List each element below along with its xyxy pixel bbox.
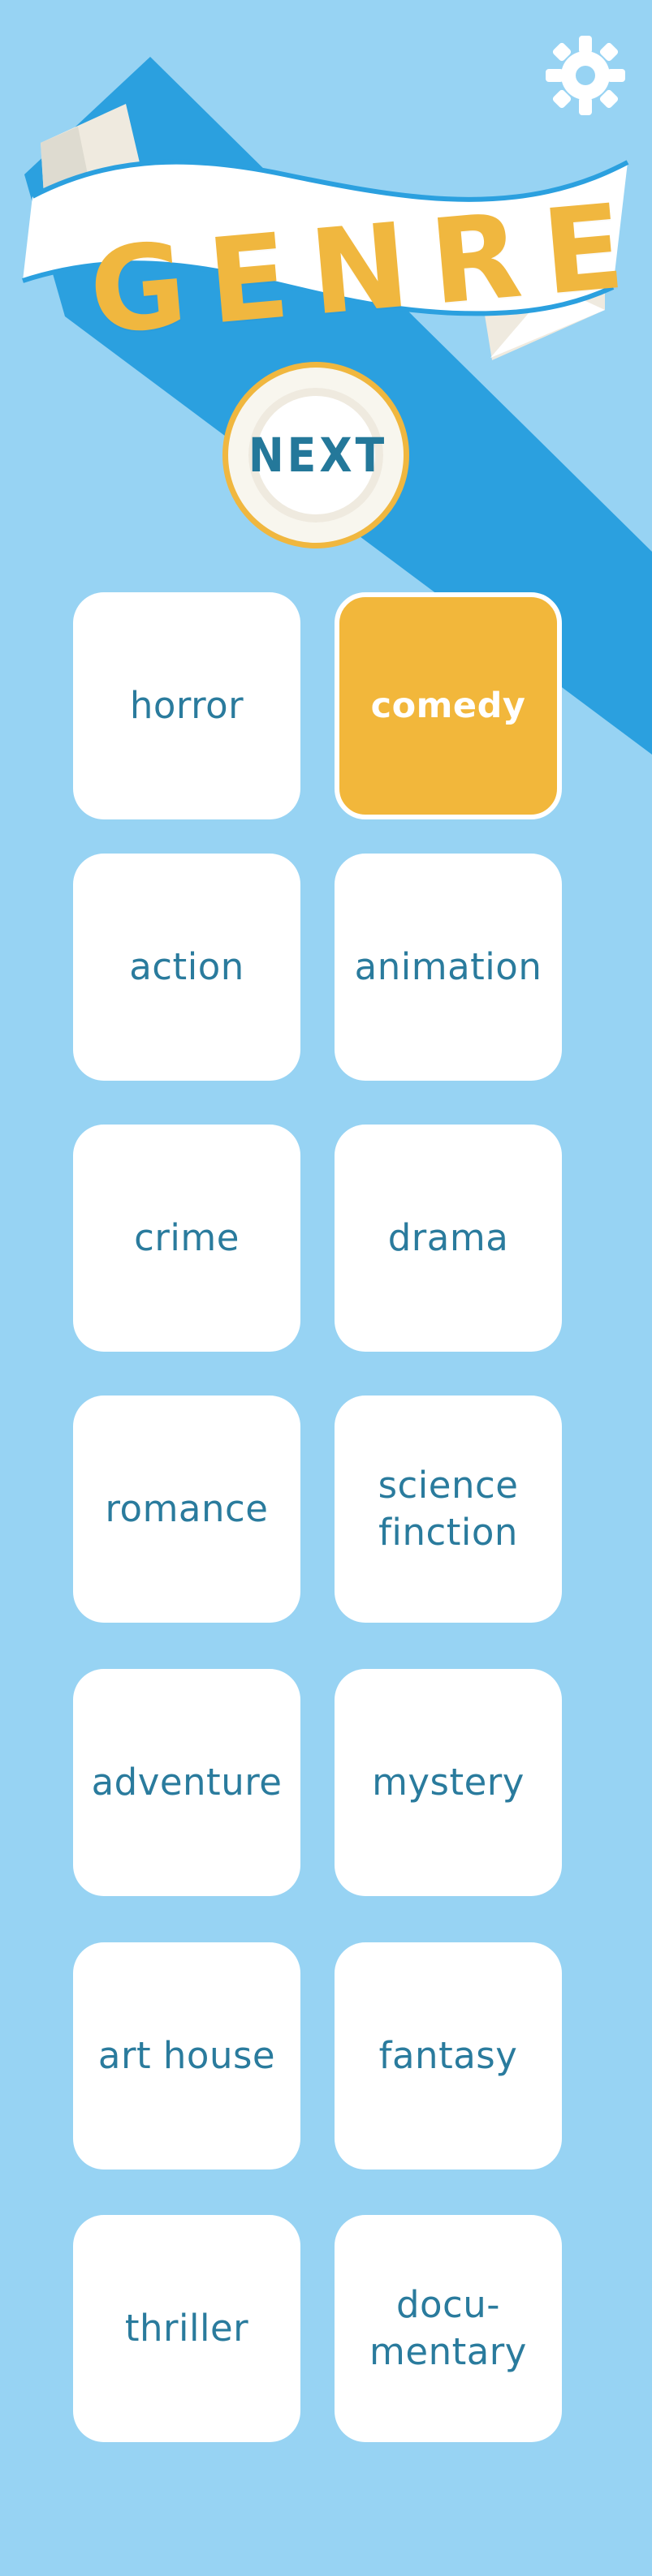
genre-card-horror[interactable]: horror [73, 592, 300, 819]
genre-label: docu- mentary [369, 2283, 527, 2373]
genre-label: adventure [91, 1761, 283, 1804]
genre-card-romance[interactable]: romance [73, 1396, 300, 1623]
genre-label: mystery [372, 1761, 525, 1804]
genre-card-action[interactable]: action [73, 854, 300, 1081]
genre-card-art-house[interactable]: art house [73, 1942, 300, 2170]
genre-card-science-finction[interactable]: science finction [335, 1396, 562, 1623]
genre-grid: horror comedy action animation crime dra… [73, 592, 564, 2442]
genre-label: comedy [370, 686, 526, 726]
settings-button[interactable] [541, 31, 630, 120]
genre-label: thriller [124, 2307, 249, 2350]
genre-label: drama [387, 1216, 509, 1259]
genre-card-mystery[interactable]: mystery [335, 1669, 562, 1896]
genre-label: crime [134, 1216, 240, 1259]
genre-label: horror [129, 684, 244, 727]
page-title: GENRE [84, 176, 652, 361]
genre-label: art house [97, 2034, 276, 2077]
genre-card-fantasy[interactable]: fantasy [335, 1942, 562, 2170]
genre-label: romance [105, 1487, 269, 1530]
genre-card-documentary[interactable]: docu- mentary [335, 2215, 562, 2442]
next-button-label: NEXT [248, 428, 388, 483]
next-button[interactable]: NEXT [222, 362, 409, 548]
genre-label: animation [354, 945, 542, 988]
genre-label: fantasy [378, 2034, 518, 2077]
genre-card-drama[interactable]: drama [335, 1125, 562, 1352]
gear-icon [546, 36, 625, 115]
genre-card-animation[interactable]: animation [335, 854, 562, 1081]
next-button-inner: NEXT [248, 388, 388, 523]
genre-card-crime[interactable]: crime [73, 1125, 300, 1352]
genre-card-adventure[interactable]: adventure [73, 1669, 300, 1896]
genre-card-thriller[interactable]: thriller [73, 2215, 300, 2442]
genre-card-comedy[interactable]: comedy [335, 592, 562, 819]
genre-label: science finction [378, 1464, 519, 1554]
genre-label: action [129, 945, 244, 988]
